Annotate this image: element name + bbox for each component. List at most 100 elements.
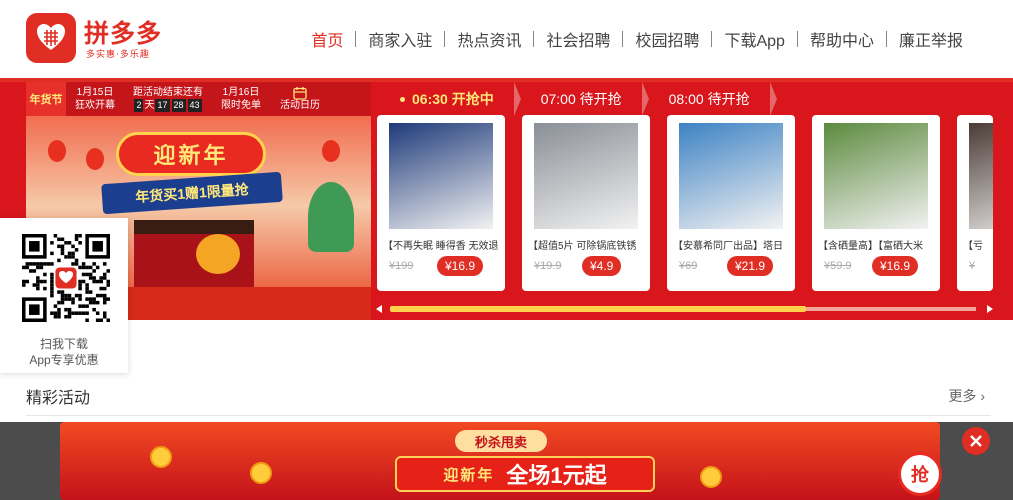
nav-item[interactable]: 商家入驻 [356,27,444,51]
product-image [389,123,493,229]
qr-caption: 扫我下载 App专享优惠 [0,336,128,368]
lantern-icon [322,140,340,162]
section-divider [26,415,991,416]
product-card[interactable]: 【超值5片 可除锅底铁锈 ¥19.9 ¥4.9 [522,115,650,291]
original-price: ¥59.9 [824,260,852,272]
product-card[interactable]: 【亏 ¥ [957,115,993,291]
brand-name: 拼多多 [84,20,163,48]
tab-flash-0800[interactable]: 08:00 待开抢 [649,82,770,116]
nav-item[interactable]: 校园招聘 [623,27,711,51]
flash-sale-tabs: 06:30 开抢中 07:00 待开抢 08:00 待开抢 [380,82,1013,116]
tab-label: 08:00 待开抢 [668,91,750,107]
activity-calendar-link[interactable]: 活动日历 [270,86,320,112]
lantern-icon [86,148,104,170]
grab-button[interactable]: 抢 [898,452,942,496]
nav-item[interactable]: 社会招聘 [534,27,622,51]
top-nav: 首页 商家入驻 热点资讯 社会招聘 校园招聘 下载App 帮助中心 廉正举报 [299,27,975,51]
original-price: ¥69 [679,260,698,272]
timeline-text: 限时免单 [221,100,261,111]
product-image [824,123,928,229]
countdown-hours: 17 [155,99,170,112]
more-label: 更多 [948,388,977,404]
lantern-icon [48,140,66,162]
product-name: 【不再失眠 睡得香 无效退 [383,241,499,252]
active-dot-icon [400,96,405,102]
tab-flash-0700[interactable]: 07:00 待开抢 [521,82,642,116]
close-icon[interactable] [962,427,990,455]
nav-item[interactable]: 首页 [299,27,355,51]
product-image [534,123,638,229]
promo-left-text: 迎新年 [443,466,495,484]
lion-dance-illustration [196,234,240,274]
chevron-right-icon: › [980,388,985,404]
sale-price-button[interactable]: ¥21.9 [727,256,774,276]
timeline-date: 1月16日 [222,87,260,98]
qr-line-2: App专享优惠 [29,353,99,367]
countdown-label: 距活动结束还有 [133,87,203,98]
promo-headline: 迎新年 全场1元起 [395,456,655,492]
promo-popup-banner[interactable]: 秒杀甩卖 迎新年 全场1元起 抢 [0,422,1013,500]
calendar-label: 活动日历 [280,100,320,111]
coin-icon [150,446,172,468]
original-price: ¥ [969,260,976,272]
countdown-day-unit: 天 [144,100,155,111]
section-title: 精彩活动 [26,390,91,407]
tab-separator [513,82,521,116]
tree-illustration [308,182,354,252]
product-card[interactable]: 【安慕希同厂出品】塔日 ¥69 ¥21.9 [667,115,795,291]
coin-icon [700,466,722,488]
countdown-values: 2 天 17 28 43 [133,99,203,112]
countdown-seconds: 43 [187,99,202,112]
nav-item[interactable]: 帮助中心 [798,27,886,51]
scroll-thumb[interactable] [390,306,806,312]
product-name: 【超值5片 可除锅底铁锈 [528,241,637,252]
sale-price-button[interactable]: ¥16.9 [872,256,919,276]
more-link[interactable]: 更多 › [948,386,985,406]
timeline-countdown: 距活动结束还有 2 天 17 28 43 [124,86,212,112]
scroll-left-icon[interactable] [376,305,382,313]
countdown-minutes: 28 [171,99,186,112]
festival-timeline: 年货节 1月15日 狂欢开幕 距活动结束还有 2 天 17 28 43 1月16日 限时… [26,82,371,116]
product-card[interactable]: 【不再失眠 睡得香 无效退 ¥199 ¥16.9 [377,115,505,291]
app-download-qr-panel[interactable]: 扫我下载 App专享优惠 [0,218,128,373]
qr-line-1: 扫我下载 [39,337,88,351]
coin-icon [250,462,272,484]
countdown-days: 2 [134,99,144,112]
product-image [969,123,993,229]
sale-price-button[interactable]: ¥16.9 [437,256,484,276]
brand-slogan: 多实惠·多乐趣 [86,50,150,60]
nav-item[interactable]: 热点资讯 [445,27,533,51]
site-header: 拼多多 多实惠·多乐趣 首页 商家入驻 热点资讯 社会招聘 校园招聘 下载App 帮助中心廉… [0,0,1013,80]
festival-badge: 年货节 [26,82,66,116]
product-card[interactable]: 【含硒量高】【富硒大米 ¥59.9 ¥16.9 [812,115,940,291]
timeline-free-order: 1月16日 限时免单 [212,86,270,112]
tab-flash-0630[interactable]: 06:30 开抢中 [380,82,514,116]
promo-right-text: 全场1元起 [506,463,607,488]
product-name: 【安慕希同厂出品】塔日 [673,241,783,252]
flash-sale-banner: 年货节 1月15日 狂欢开幕 距活动结束还有 2 天 17 28 43 1月16日 限时… [0,82,1013,320]
original-price: ¥199 [389,260,414,272]
promo-tag: 秒杀甩卖 [455,430,547,452]
carousel-scrollbar[interactable] [376,304,993,314]
qr-code-icon [22,234,110,322]
nav-item[interactable]: 下载App [712,27,796,51]
festival-title: 迎新年 [116,132,266,176]
sale-price-button[interactable]: ¥4.9 [582,256,622,276]
product-image [679,123,783,229]
timeline-text: 狂欢开幕 [75,100,115,111]
nav-item[interactable]: 廉正举报 [887,27,975,51]
close-x-icon [970,435,982,447]
festival-ribbon: 年货买1赠1限量抢 [101,171,283,215]
product-name: 【亏 [963,241,983,252]
scroll-right-icon[interactable] [987,305,993,313]
tab-separator [641,82,649,116]
logo-icon[interactable] [26,13,76,63]
tab-separator [769,82,777,116]
timeline-opening: 1月15日 狂欢开幕 [66,86,124,112]
product-name: 【含硒量高】【富硒大米 [818,241,923,252]
tab-label: 07:00 待开抢 [540,91,622,107]
calendar-icon [293,87,307,100]
original-price: ¥19.9 [534,260,562,272]
timeline-date: 1月15日 [76,87,114,98]
tab-label: 06:30 开抢中 [412,91,494,107]
